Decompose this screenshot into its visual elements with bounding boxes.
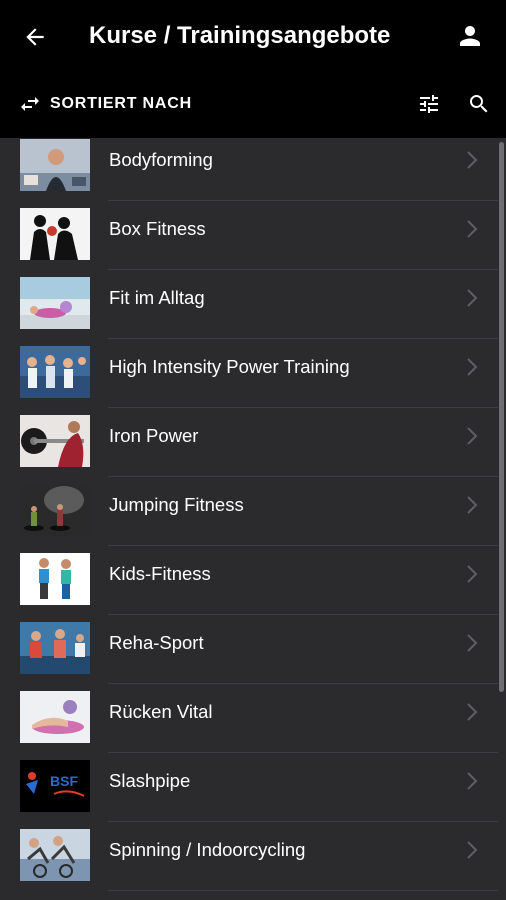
course-thumbnail bbox=[20, 553, 90, 605]
list-item[interactable]: Reha-Sport bbox=[0, 615, 498, 684]
chevron-right-icon bbox=[462, 700, 482, 724]
chevron-right-icon bbox=[462, 631, 482, 655]
filter-button[interactable] bbox=[415, 90, 443, 118]
course-thumbnail bbox=[20, 139, 90, 191]
chevron-right-icon bbox=[462, 424, 482, 448]
list-item[interactable]: BSF Slashpipe bbox=[0, 753, 498, 822]
arrow-left-icon bbox=[26, 28, 44, 46]
back-button[interactable] bbox=[20, 22, 50, 52]
course-thumbnail bbox=[20, 484, 90, 536]
scrollbar[interactable] bbox=[499, 142, 504, 692]
course-label: Fit im Alltag bbox=[109, 287, 205, 308]
course-thumbnail bbox=[20, 829, 90, 881]
course-thumbnail bbox=[20, 415, 90, 467]
sliders-icon bbox=[420, 95, 438, 113]
course-thumbnail bbox=[20, 277, 90, 329]
swap-arrows-icon bbox=[21, 97, 39, 111]
list-item[interactable]: Box Fitness bbox=[0, 201, 498, 270]
list-item[interactable]: Spinning / Indoorcycling bbox=[0, 822, 498, 891]
course-label: Bodyforming bbox=[109, 149, 213, 170]
app-bar: Kurse / Trainingsangebote SORTIERT NACH bbox=[0, 0, 506, 138]
bsf-logo-text: BSF bbox=[50, 773, 78, 789]
profile-button[interactable] bbox=[454, 20, 486, 52]
sort-button[interactable]: SORTIERT NACH bbox=[18, 90, 192, 118]
list-item[interactable]: Fit im Alltag bbox=[0, 270, 498, 339]
person-icon bbox=[460, 26, 480, 46]
course-thumbnail: BSF bbox=[20, 760, 90, 812]
chevron-right-icon bbox=[462, 286, 482, 310]
course-label: Rücken Vital bbox=[109, 701, 213, 722]
chevron-right-icon bbox=[462, 355, 482, 379]
course-label: Kids-Fitness bbox=[109, 563, 211, 584]
chevron-right-icon bbox=[462, 769, 482, 793]
course-label: Jumping Fitness bbox=[109, 494, 244, 515]
course-label: Reha-Sport bbox=[109, 632, 204, 653]
course-label: Iron Power bbox=[109, 425, 199, 446]
list-item[interactable]: High Intensity Power Training bbox=[0, 339, 498, 408]
chevron-right-icon bbox=[462, 562, 482, 586]
search-icon bbox=[470, 95, 488, 113]
list-item[interactable]: Bodyforming bbox=[0, 138, 498, 201]
chevron-right-icon bbox=[462, 838, 482, 862]
search-button[interactable] bbox=[465, 90, 493, 118]
course-label: Box Fitness bbox=[109, 218, 206, 239]
row-divider bbox=[108, 890, 498, 891]
list-item[interactable]: Rücken Vital bbox=[0, 684, 498, 753]
list-item[interactable]: Iron Power bbox=[0, 408, 498, 477]
chevron-right-icon bbox=[462, 148, 482, 172]
course-list[interactable]: Bodyforming Box Fitness Fit im Alltag Hi… bbox=[0, 138, 506, 900]
course-thumbnail bbox=[20, 691, 90, 743]
chevron-right-icon bbox=[462, 493, 482, 517]
sort-label: SORTIERT NACH bbox=[50, 95, 192, 112]
page-title: Kurse / Trainingsangebote bbox=[89, 22, 391, 49]
course-thumbnail bbox=[20, 622, 90, 674]
list-item[interactable]: Jumping Fitness bbox=[0, 477, 498, 546]
course-thumbnail bbox=[20, 208, 90, 260]
chevron-right-icon bbox=[462, 217, 482, 241]
course-thumbnail bbox=[20, 346, 90, 398]
course-label: Slashpipe bbox=[109, 770, 191, 791]
course-label: High Intensity Power Training bbox=[109, 356, 350, 377]
course-label: Spinning / Indoorcycling bbox=[109, 839, 306, 860]
list-item[interactable]: Kids-Fitness bbox=[0, 546, 498, 615]
